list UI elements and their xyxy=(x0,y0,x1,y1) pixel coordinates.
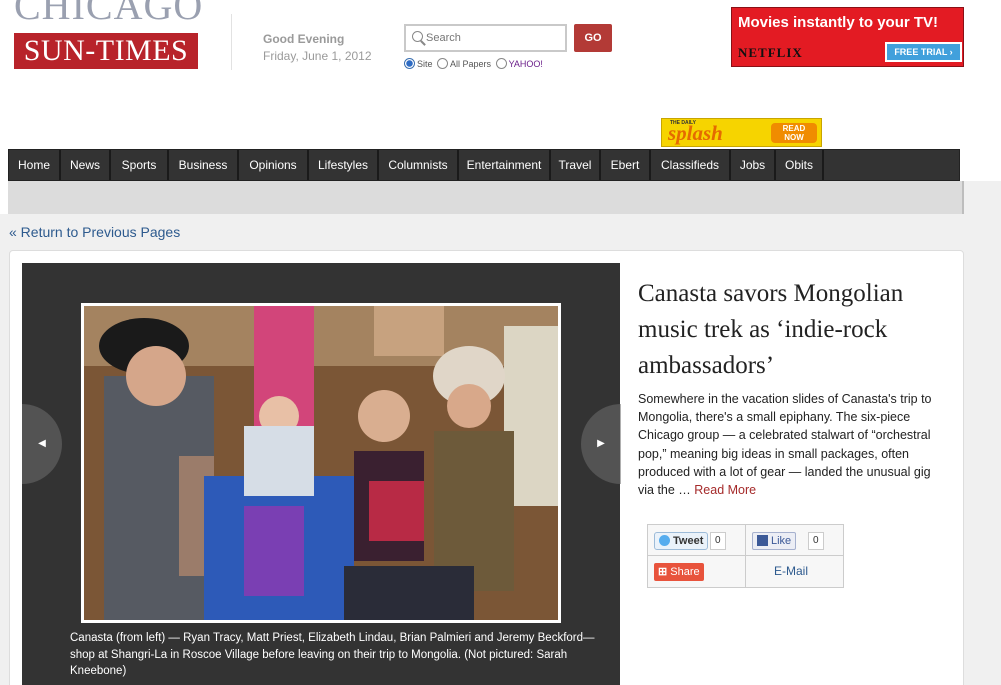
splash-ad[interactable]: THE DAILY splash READ NOW xyxy=(661,118,822,147)
return-to-previous-link[interactable]: « Return to Previous Pages xyxy=(9,224,180,240)
search-scope-site[interactable]: Site xyxy=(404,58,433,69)
search-input[interactable] xyxy=(426,30,562,46)
read-now-line1: READ xyxy=(782,124,806,133)
search-icon xyxy=(412,31,423,42)
search-go-button[interactable]: GO xyxy=(574,24,612,52)
nav-home[interactable]: Home xyxy=(9,150,61,180)
photo-caption: Canasta (from left) — Ryan Tracy, Matt P… xyxy=(70,632,595,677)
nav-sports[interactable]: Sports xyxy=(111,150,169,180)
share-cell: ⊞ Share xyxy=(648,556,746,587)
nav-classifieds[interactable]: Classifieds xyxy=(651,150,731,180)
radio-all-papers[interactable] xyxy=(437,58,449,69)
nav-travel[interactable]: Travel xyxy=(551,150,601,180)
page-gutter xyxy=(964,181,1001,214)
main-nav: Home News Sports Business Opinions Lifes… xyxy=(8,149,960,181)
search-box[interactable] xyxy=(404,24,567,52)
article-headline[interactable]: Canasta savors Mongolian music trek as ‘… xyxy=(638,276,938,384)
share-box: Tweet 0 Like 0 ⊞ Share E-Mail xyxy=(647,524,844,588)
twitter-bird-icon xyxy=(659,535,670,546)
email-cell: E-Mail xyxy=(746,556,844,587)
current-date: Friday, June 1, 2012 xyxy=(263,49,372,63)
nav-obits[interactable]: Obits xyxy=(776,150,824,180)
photo-illustration xyxy=(84,306,558,620)
logo-sun-times[interactable]: SUN-TIMES xyxy=(14,33,198,69)
tweet-label: Tweet xyxy=(673,535,704,547)
like-label: Like xyxy=(771,535,792,547)
read-more-link[interactable]: Read More xyxy=(694,483,756,497)
free-trial-label: FREE TRIAL xyxy=(894,47,948,57)
sub-nav-bar xyxy=(8,181,964,214)
tweet-button[interactable]: Tweet xyxy=(654,532,709,550)
radio-site-label: Site xyxy=(417,58,433,69)
summary-text: Somewhere in the vacation slides of Cana… xyxy=(638,392,932,498)
like-button[interactable]: Like xyxy=(752,532,797,550)
radio-yahoo-label: YAHOO! xyxy=(508,58,543,69)
nav-columnists[interactable]: Columnists xyxy=(379,150,459,180)
logo-chicago[interactable]: CHICAGO xyxy=(14,0,203,26)
like-count: 0 xyxy=(808,532,824,550)
splash-logo: splash xyxy=(668,121,723,145)
email-link[interactable]: E-Mail xyxy=(774,564,808,578)
tweet-count: 0 xyxy=(710,532,726,550)
netflix-ad[interactable]: Movies instantly to your TV! NETFLIX FRE… xyxy=(731,7,964,67)
chevron-right-icon: › xyxy=(949,47,953,57)
nav-entertainment[interactable]: Entertainment xyxy=(459,150,551,180)
article-summary: Somewhere in the vacation slides of Cana… xyxy=(638,390,948,499)
nav-lifestyles[interactable]: Lifestyles xyxy=(309,150,379,180)
ad-headline: Movies instantly to your TV! xyxy=(738,14,939,31)
nav-opinions[interactable]: Opinions xyxy=(239,150,309,180)
nav-ebert[interactable]: Ebert xyxy=(601,150,651,180)
read-now-button[interactable]: READ NOW xyxy=(771,123,817,143)
radio-all-papers-label: All Papers xyxy=(450,58,492,69)
nav-business[interactable]: Business xyxy=(169,150,239,180)
share-label: Share xyxy=(670,566,700,578)
prev-arrow-icon: ◀ xyxy=(38,438,46,449)
free-trial-button[interactable]: FREE TRIAL › xyxy=(885,42,962,62)
facebook-icon xyxy=(757,535,768,546)
next-arrow-icon: ▶ xyxy=(597,438,605,449)
read-now-line2: NOW xyxy=(784,133,804,142)
nav-jobs[interactable]: Jobs xyxy=(731,150,776,180)
search-scope-all-papers[interactable]: All Papers xyxy=(437,58,491,69)
nav-news[interactable]: News xyxy=(61,150,111,180)
like-cell: Like 0 xyxy=(746,525,844,556)
netflix-logo: NETFLIX xyxy=(738,45,803,60)
share-button[interactable]: ⊞ Share xyxy=(654,563,704,581)
header-divider xyxy=(231,14,232,70)
greeting: Good Evening xyxy=(263,32,345,46)
tweet-cell: Tweet 0 xyxy=(648,525,746,556)
article-photo[interactable] xyxy=(81,303,561,623)
plus-icon: ⊞ xyxy=(658,566,671,578)
search-scope-options: Site All Papers YAHOO! xyxy=(404,58,545,71)
radio-site[interactable] xyxy=(404,58,415,69)
photo-image xyxy=(84,306,558,620)
search-scope-yahoo[interactable]: YAHOO! xyxy=(495,58,543,69)
radio-yahoo[interactable] xyxy=(495,58,507,69)
